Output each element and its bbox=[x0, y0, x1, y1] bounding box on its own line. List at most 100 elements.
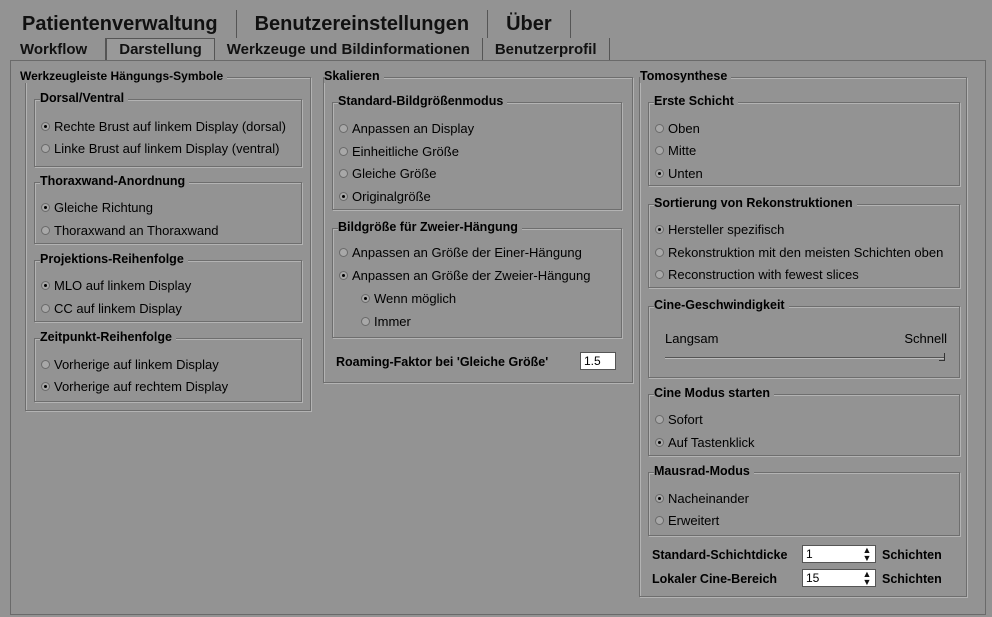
cine-start-group: Cine Modus starten Sofort Auf Tastenklic… bbox=[648, 386, 960, 456]
radio-icon[interactable] bbox=[41, 303, 50, 313]
option-fewest-slices[interactable]: Reconstruction with fewest slices bbox=[655, 265, 859, 283]
option-label: Originalgröße bbox=[352, 188, 431, 204]
option-thoraxwand[interactable]: Thoraxwand an Thoraxwand bbox=[41, 221, 219, 239]
option-label: Hersteller spezifisch bbox=[668, 221, 785, 237]
tab-patientenverwaltung[interactable]: Patientenverwaltung bbox=[12, 10, 237, 38]
tab-werkzeuge[interactable]: Werkzeuge und Bildinformationen bbox=[215, 38, 483, 60]
settings-window: Patientenverwaltung Benutzereinstellunge… bbox=[0, 0, 992, 617]
radio-icon[interactable] bbox=[41, 202, 50, 212]
option-label: Wenn möglich bbox=[374, 290, 457, 306]
cine-bereich-unit: Schichten bbox=[882, 572, 942, 586]
radio-icon[interactable] bbox=[41, 381, 50, 391]
radio-icon[interactable] bbox=[655, 515, 664, 525]
option-vorherige-rechts[interactable]: Vorherige auf rechtem Display bbox=[41, 377, 228, 395]
radio-icon[interactable] bbox=[655, 493, 664, 503]
option-label: Vorherige auf rechtem Display bbox=[54, 378, 229, 394]
option-label: Anpassen an Größe der Einer-Hängung bbox=[352, 244, 582, 260]
toolbar-symbols-title: Werkzeugleiste Hängungs-Symbole bbox=[20, 69, 228, 83]
radio-icon[interactable] bbox=[339, 270, 348, 280]
option-hersteller[interactable]: Hersteller spezifisch bbox=[655, 220, 784, 238]
option-label: Mitte bbox=[668, 142, 697, 158]
radio-icon[interactable] bbox=[655, 168, 664, 178]
dorsal-ventral-group: Dorsal/Ventral Rechte Brust auf linkem D… bbox=[34, 91, 302, 167]
radio-icon[interactable] bbox=[655, 269, 664, 279]
option-label: Reconstruction with fewest slices bbox=[668, 266, 859, 282]
option-einheitliche-groesse[interactable]: Einheitliche Größe bbox=[339, 142, 459, 160]
toolbar-symbols-group: Werkzeugleiste Hängungs-Symbole Dorsal/V… bbox=[20, 69, 311, 411]
tab-benutzerprofil[interactable]: Benutzerprofil bbox=[483, 38, 610, 60]
radio-icon[interactable] bbox=[339, 168, 348, 178]
projektion-group: Projektions-Reihenfolge MLO auf linkem D… bbox=[34, 252, 302, 322]
option-gleiche-groesse[interactable]: Gleiche Größe bbox=[339, 164, 437, 182]
radio-icon[interactable] bbox=[41, 121, 50, 131]
tab-ueber[interactable]: Über bbox=[488, 10, 571, 38]
radio-icon[interactable] bbox=[41, 225, 50, 235]
option-label: Vorherige auf linkem Display bbox=[54, 356, 219, 372]
option-oben[interactable]: Oben bbox=[655, 119, 700, 137]
option-mitte[interactable]: Mitte bbox=[655, 141, 696, 159]
option-meisten-schichten[interactable]: Rekonstruktion mit den meisten Schichten… bbox=[655, 243, 943, 261]
radio-icon[interactable] bbox=[339, 146, 348, 156]
option-label: Thoraxwand an Thoraxwand bbox=[54, 222, 219, 238]
option-erweitert[interactable]: Erweitert bbox=[655, 511, 719, 529]
option-label: Erweitert bbox=[668, 512, 720, 528]
option-vorherige-links[interactable]: Vorherige auf linkem Display bbox=[41, 355, 219, 373]
schichtdicke-spinner-icon[interactable]: ▲ ▼ bbox=[862, 546, 872, 563]
scale-title: Skalieren bbox=[324, 69, 384, 83]
option-mlo[interactable]: MLO auf linkem Display bbox=[41, 276, 191, 294]
cine-speed-thumb[interactable] bbox=[939, 353, 945, 361]
option-originalgroesse[interactable]: Originalgröße bbox=[339, 187, 431, 205]
option-anpassen-display[interactable]: Anpassen an Display bbox=[339, 119, 474, 137]
dorsal-ventral-title: Dorsal/Ventral bbox=[40, 91, 129, 105]
radio-icon[interactable] bbox=[361, 316, 370, 326]
radio-icon[interactable] bbox=[339, 123, 348, 133]
settings-content: Werkzeugleiste Hängungs-Symbole Dorsal/V… bbox=[10, 60, 986, 615]
standard-size-group: Standard-Bildgrößenmodus Anpassen an Dis… bbox=[332, 94, 622, 210]
tab-workflow[interactable]: Workflow bbox=[12, 38, 107, 60]
cine-speed-slider[interactable] bbox=[665, 357, 945, 359]
cine-fast-label: Schnell bbox=[904, 331, 947, 346]
option-tastenklick[interactable]: Auf Tastenklick bbox=[655, 433, 754, 451]
standard-size-title: Standard-Bildgrößenmodus bbox=[338, 94, 508, 108]
option-sofort[interactable]: Sofort bbox=[655, 410, 703, 428]
radio-icon[interactable] bbox=[339, 191, 348, 201]
radio-icon[interactable] bbox=[655, 224, 664, 234]
erste-schicht-title: Erste Schicht bbox=[654, 94, 738, 108]
schichtdicke-label: Standard-Schichtdicke bbox=[652, 548, 788, 562]
option-rechte-brust[interactable]: Rechte Brust auf linkem Display (dorsal) bbox=[41, 117, 286, 135]
tab-darstellung[interactable]: Darstellung bbox=[106, 38, 215, 60]
option-cc[interactable]: CC auf linkem Display bbox=[41, 299, 182, 317]
radio-icon[interactable] bbox=[655, 414, 664, 424]
option-zweier-haengung[interactable]: Anpassen an Größe der Zweier-Hängung bbox=[339, 266, 590, 284]
option-einer-haengung[interactable]: Anpassen an Größe der Einer-Hängung bbox=[339, 243, 582, 261]
option-label: Linke Brust auf linkem Display (ventral) bbox=[54, 140, 280, 156]
radio-icon[interactable] bbox=[655, 145, 664, 155]
zeitpunkt-group: Zeitpunkt-Reihenfolge Vorherige auf link… bbox=[34, 330, 302, 402]
zweier-title: Bildgröße für Zweier-Hängung bbox=[338, 220, 522, 234]
option-gleiche-richtung[interactable]: Gleiche Richtung bbox=[41, 198, 153, 216]
option-label: MLO auf linkem Display bbox=[54, 277, 192, 293]
cine-bereich-spinner-icon[interactable]: ▲ ▼ bbox=[862, 570, 872, 587]
option-unten[interactable]: Unten bbox=[655, 164, 703, 182]
option-label: Gleiche Richtung bbox=[54, 199, 153, 215]
radio-icon[interactable] bbox=[655, 123, 664, 133]
scale-group: Skalieren Standard-Bildgrößenmodus Anpas… bbox=[323, 69, 633, 383]
radio-icon[interactable] bbox=[361, 293, 370, 303]
roaming-input[interactable]: 1.5 bbox=[580, 352, 616, 370]
option-immer[interactable]: Immer bbox=[361, 312, 411, 330]
sortierung-title: Sortierung von Rekonstruktionen bbox=[654, 196, 857, 210]
option-label: Auf Tastenklick bbox=[668, 434, 755, 450]
radio-icon[interactable] bbox=[655, 247, 664, 257]
option-wenn-moeglich[interactable]: Wenn möglich bbox=[361, 289, 456, 307]
radio-icon[interactable] bbox=[41, 359, 50, 369]
radio-icon[interactable] bbox=[339, 247, 348, 257]
tab-benutzereinstellungen[interactable]: Benutzereinstellungen bbox=[237, 10, 489, 38]
option-nacheinander[interactable]: Nacheinander bbox=[655, 489, 749, 507]
sub-tab-bar: Workflow Darstellung Werkzeuge und Bildi… bbox=[12, 38, 610, 60]
radio-icon[interactable] bbox=[41, 280, 50, 290]
radio-icon[interactable] bbox=[41, 143, 50, 153]
radio-icon[interactable] bbox=[655, 437, 664, 447]
option-linke-brust[interactable]: Linke Brust auf linkem Display (ventral) bbox=[41, 139, 279, 157]
projektion-title: Projektions-Reihenfolge bbox=[40, 252, 188, 266]
option-label: Rekonstruktion mit den meisten Schichten… bbox=[668, 244, 944, 260]
